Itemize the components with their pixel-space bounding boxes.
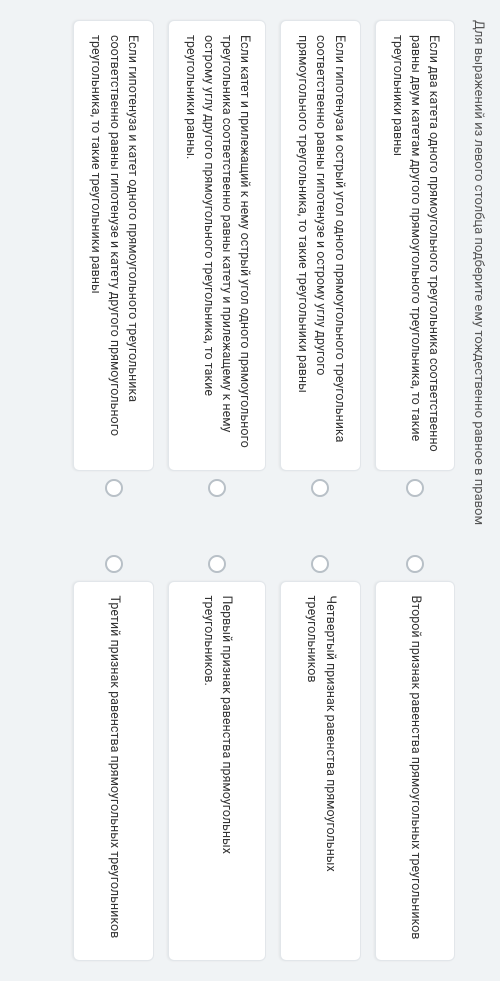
right-option-card[interactable]: Первый признак равенства прямоугольных т… bbox=[168, 581, 267, 961]
right-option-card[interactable]: Второй признак равенства прямоугольных т… bbox=[375, 581, 455, 961]
match-row: Если гипотенуза и катет одного прямоугол… bbox=[73, 20, 153, 961]
connector bbox=[280, 471, 360, 581]
left-connector-dot[interactable] bbox=[311, 479, 329, 497]
match-row: Если гипотенуза и острый угол одного пря… bbox=[280, 20, 360, 961]
right-connector-dot[interactable] bbox=[208, 555, 226, 573]
right-connector-dot[interactable] bbox=[311, 555, 329, 573]
left-connector-dot[interactable] bbox=[208, 479, 226, 497]
quiz-container: Для выражений из левого столбца подберит… bbox=[0, 0, 500, 981]
left-option-card[interactable]: Если гипотенуза и острый угол одного пря… bbox=[280, 20, 360, 471]
right-connector-dot[interactable] bbox=[406, 555, 424, 573]
left-connector-dot[interactable] bbox=[105, 479, 123, 497]
left-option-card[interactable]: Если два катета одного прямоугольного тр… bbox=[375, 20, 455, 471]
match-row: Если два катета одного прямоугольного тр… bbox=[375, 20, 455, 961]
right-connector-dot[interactable] bbox=[105, 555, 123, 573]
left-option-card[interactable]: Если гипотенуза и катет одного прямоугол… bbox=[73, 20, 153, 471]
right-option-card[interactable]: Третий признак равенства прямоугольных т… bbox=[73, 581, 153, 961]
connector bbox=[375, 471, 455, 581]
match-grid: Если два катета одного прямоугольного тр… bbox=[73, 20, 455, 961]
left-connector-dot[interactable] bbox=[406, 479, 424, 497]
connector bbox=[73, 471, 153, 581]
connector bbox=[168, 471, 267, 581]
left-option-card[interactable]: Если катет и прилежащий к нему острый уг… bbox=[168, 20, 267, 471]
match-row: Если катет и прилежащий к нему острый уг… bbox=[168, 20, 267, 961]
right-option-card[interactable]: Четвертый признак равенства прямоугольны… bbox=[280, 581, 360, 961]
instruction-text: Для выражений из левого столбца подберит… bbox=[467, 20, 490, 961]
